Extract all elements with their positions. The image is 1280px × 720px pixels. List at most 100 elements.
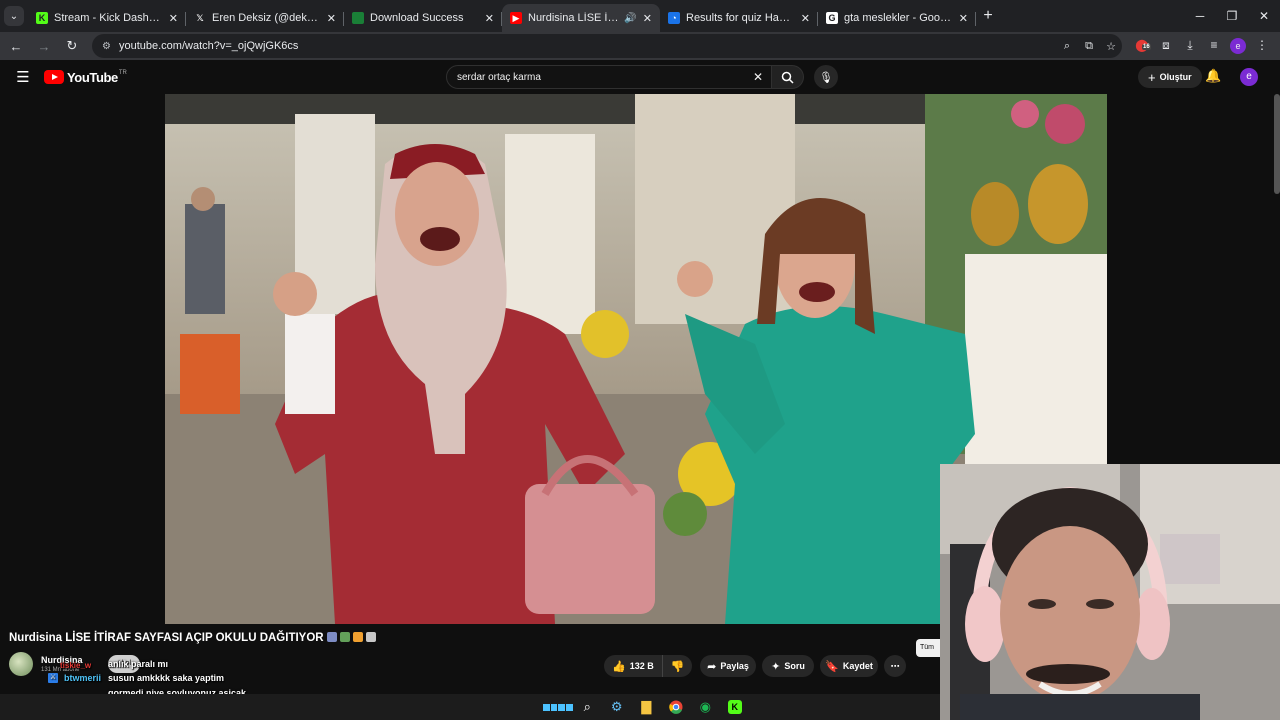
dislike-button[interactable]: 👎 — [663, 660, 692, 673]
chat-badge-icon: ⚔ — [48, 673, 58, 683]
tab-search-chevron-icon[interactable]: ⌄ — [4, 6, 24, 26]
file-explorer-icon[interactable]: ▇ — [632, 697, 662, 717]
close-tab-icon[interactable]: ✕ — [485, 12, 494, 25]
window-controls: ─ ❐ ✕ — [1184, 0, 1280, 32]
browser-toolbar: ← → ↻ ⚙ youtube.com/watch?v=_ojQwjGK6cs … — [0, 32, 1280, 60]
browser-tab-strip: ⌄ K Stream - Kick Dashboard ✕ 𝕏 Eren Deksiz … — [0, 0, 1280, 32]
chat-message: anlık paralı mı — [108, 659, 169, 669]
url-text: youtube.com/watch?v=_ojQwjGK6cs — [118, 40, 299, 52]
like-dislike-bar: 👍 132 B 👎 — [604, 655, 692, 677]
chrome-icon[interactable] — [661, 697, 691, 717]
account-avatar[interactable]: e — [1240, 68, 1258, 86]
extensions-puzzle-icon[interactable]: ⧈ — [1154, 38, 1178, 54]
youtube-icon: ▶ — [510, 12, 522, 24]
maximize-icon[interactable]: ❐ — [1216, 0, 1248, 32]
streamer-webcam — [940, 464, 1280, 720]
quiz-site-icon: ◔ — [668, 12, 680, 24]
clear-search-icon[interactable]: ✕ — [753, 70, 763, 84]
create-label: Oluştur — [1159, 72, 1192, 82]
share-arrow-icon: ➦ — [707, 660, 717, 673]
chat-username: btwmerii — [64, 673, 102, 683]
adblock-extension-icon[interactable]: ⬤16 — [1130, 38, 1154, 54]
page-scrollbar[interactable] — [1274, 94, 1280, 194]
sparkle-icon: ✦ — [771, 660, 781, 673]
steam-icon[interactable]: ⚙ — [602, 697, 632, 717]
title-emoji-icon — [365, 632, 376, 642]
webcam-image — [940, 464, 1280, 720]
save-button[interactable]: 🔖 Kaydet — [820, 655, 878, 677]
tab-title: Stream - Kick Dashboard — [54, 12, 163, 24]
profile-avatar[interactable]: e — [1230, 38, 1246, 54]
bookmark-icon: 🔖 — [825, 660, 839, 673]
search-input[interactable]: serdar ortaç karma ✕ — [446, 65, 772, 89]
browser-tab[interactable]: 𝕏 Eren Deksiz (@deksizadam) adl ✕ — [186, 4, 344, 32]
minimize-icon[interactable]: ─ — [1184, 0, 1216, 32]
youtube-logo[interactable]: YouTube TR — [44, 70, 127, 85]
title-emoji-icon — [339, 632, 350, 642]
browser-menu-icon[interactable]: ⋮ — [1250, 38, 1274, 54]
like-button[interactable]: 👍 132 B — [604, 655, 663, 677]
more-icon: ⋯ — [890, 660, 900, 671]
tab-title: Download Success — [370, 12, 464, 24]
filter-chip-all[interactable]: Tüm — [916, 639, 940, 657]
close-tab-icon[interactable]: ✕ — [801, 12, 810, 25]
extension-badge: 16 — [1142, 44, 1151, 50]
downloads-icon[interactable]: ⤓ — [1178, 38, 1202, 54]
tab-title: Nurdisina LİSE İTİRAF SAYFA — [528, 12, 620, 24]
browser-tab[interactable]: Download Success ✕ — [344, 4, 502, 32]
browser-tab[interactable]: ▶ Nurdisina LİSE İTİRAF SAYFA 🔊 ✕ — [502, 4, 660, 32]
spotify-icon[interactable]: ◉ — [691, 697, 721, 717]
notifications-bell-icon[interactable]: 🔔 — [1205, 68, 1221, 84]
cast-icon[interactable]: ⧉ — [1078, 40, 1100, 53]
share-label: Paylaş — [720, 661, 749, 671]
browser-tab[interactable]: Ggta meslekler - Google'da Ara ✕ — [818, 4, 976, 32]
close-tab-icon[interactable]: ✕ — [643, 12, 652, 25]
forward-arrow-icon[interactable]: → — [32, 34, 56, 58]
tab-audio-icon[interactable]: 🔊 — [624, 13, 636, 24]
extensions-area: ⬤16 ⧈ ⤓ ≡ e ⋮ — [1130, 38, 1274, 54]
x-icon: 𝕏 — [194, 12, 206, 24]
zoom-icon[interactable]: ⌕ — [1056, 40, 1078, 53]
hamburger-menu-icon[interactable]: ☰ — [12, 68, 34, 86]
search-query: serdar ortaç karma — [457, 71, 541, 83]
new-tab-button[interactable]: + — [976, 7, 1000, 25]
address-bar[interactable]: ⚙ youtube.com/watch?v=_ojQwjGK6cs ⌕ ⧉ ☆ — [92, 34, 1122, 58]
channel-avatar[interactable] — [9, 652, 33, 676]
like-count: 132 B — [629, 661, 654, 671]
more-actions-button[interactable]: ⋯ — [884, 655, 906, 677]
thumbs-up-icon: 👍 — [612, 660, 626, 673]
title-emoji-icon — [326, 632, 337, 642]
media-control-icon[interactable]: ≡ — [1202, 38, 1226, 54]
close-window-icon[interactable]: ✕ — [1248, 0, 1280, 32]
browser-tab[interactable]: K Stream - Kick Dashboard ✕ — [28, 4, 186, 32]
video-title-text: Nurdisina LİSE İTİRAF SAYFASI AÇIP OKULU… — [9, 632, 324, 644]
title-emoji-icon — [352, 632, 363, 642]
google-icon: G — [826, 12, 838, 24]
youtube-play-icon — [44, 70, 64, 84]
site-info-icon[interactable]: ⚙ — [102, 41, 111, 52]
reload-icon[interactable]: ↻ — [60, 34, 84, 58]
browser-tab[interactable]: ◔ Results for quiz Hangi Crush Üy ✕ — [660, 4, 818, 32]
create-button[interactable]: + Oluştur — [1138, 66, 1202, 88]
ask-button[interactable]: ✦ Soru — [762, 655, 814, 677]
tab-title: Results for quiz Hangi Crush Üy — [686, 12, 795, 24]
youtube-logo-text: YouTube — [67, 69, 118, 85]
search-icon — [781, 71, 794, 84]
tab-title: Eren Deksiz (@deksizadam) adl — [212, 12, 321, 24]
ask-label: Soru — [784, 661, 805, 671]
bookmark-star-icon[interactable]: ☆ — [1100, 40, 1122, 53]
kick-app-icon[interactable]: K — [720, 697, 750, 717]
close-tab-icon[interactable]: ✕ — [959, 12, 968, 25]
search-button[interactable] — [772, 65, 804, 89]
youtube-header: ☰ YouTube TR serdar ortaç karma ✕ 🎙 + Ol… — [0, 60, 1280, 94]
search-icon[interactable]: ⌕ — [573, 697, 603, 717]
back-arrow-icon[interactable]: ← — [4, 34, 28, 58]
kick-icon: K — [36, 12, 48, 24]
voice-search-mic-icon[interactable]: 🎙 — [814, 65, 838, 89]
windows-start-icon[interactable] — [543, 697, 573, 717]
windows-taskbar: ⌕ ⚙ ▇ ◉ K — [0, 694, 940, 720]
thumbs-down-icon: 👎 — [670, 660, 685, 673]
close-tab-icon[interactable]: ✕ — [169, 12, 178, 25]
share-button[interactable]: ➦ Paylaş — [700, 655, 756, 677]
close-tab-icon[interactable]: ✕ — [327, 12, 336, 25]
